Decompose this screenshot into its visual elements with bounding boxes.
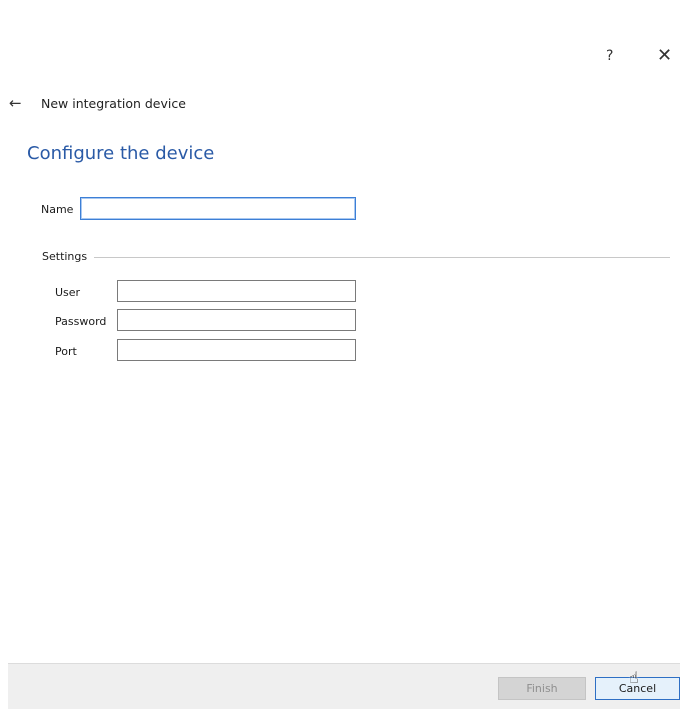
header-row: ← New integration device [9,94,186,112]
settings-section-label: Settings [42,250,88,263]
name-label: Name [41,203,74,216]
back-arrow-icon[interactable]: ← [9,94,27,112]
help-icon[interactable]: ? [606,48,613,64]
user-input[interactable] [117,280,356,302]
page-title: New integration device [41,95,186,111]
finish-button[interactable]: Finish [498,677,586,700]
password-input[interactable] [117,309,356,331]
name-input[interactable] [80,197,356,220]
section-heading: Configure the device [27,143,215,164]
settings-divider [94,257,670,258]
cancel-button[interactable]: Cancel [595,677,680,700]
close-icon[interactable]: ✕ [657,45,672,66]
password-label: Password [55,315,107,328]
dialog-window: ? ✕ ← New integration device Configure t… [0,0,680,709]
dialog-footer: Finish Cancel [8,663,680,709]
user-label: User [55,286,81,299]
port-label: Port [55,345,77,358]
port-input[interactable] [117,339,356,361]
